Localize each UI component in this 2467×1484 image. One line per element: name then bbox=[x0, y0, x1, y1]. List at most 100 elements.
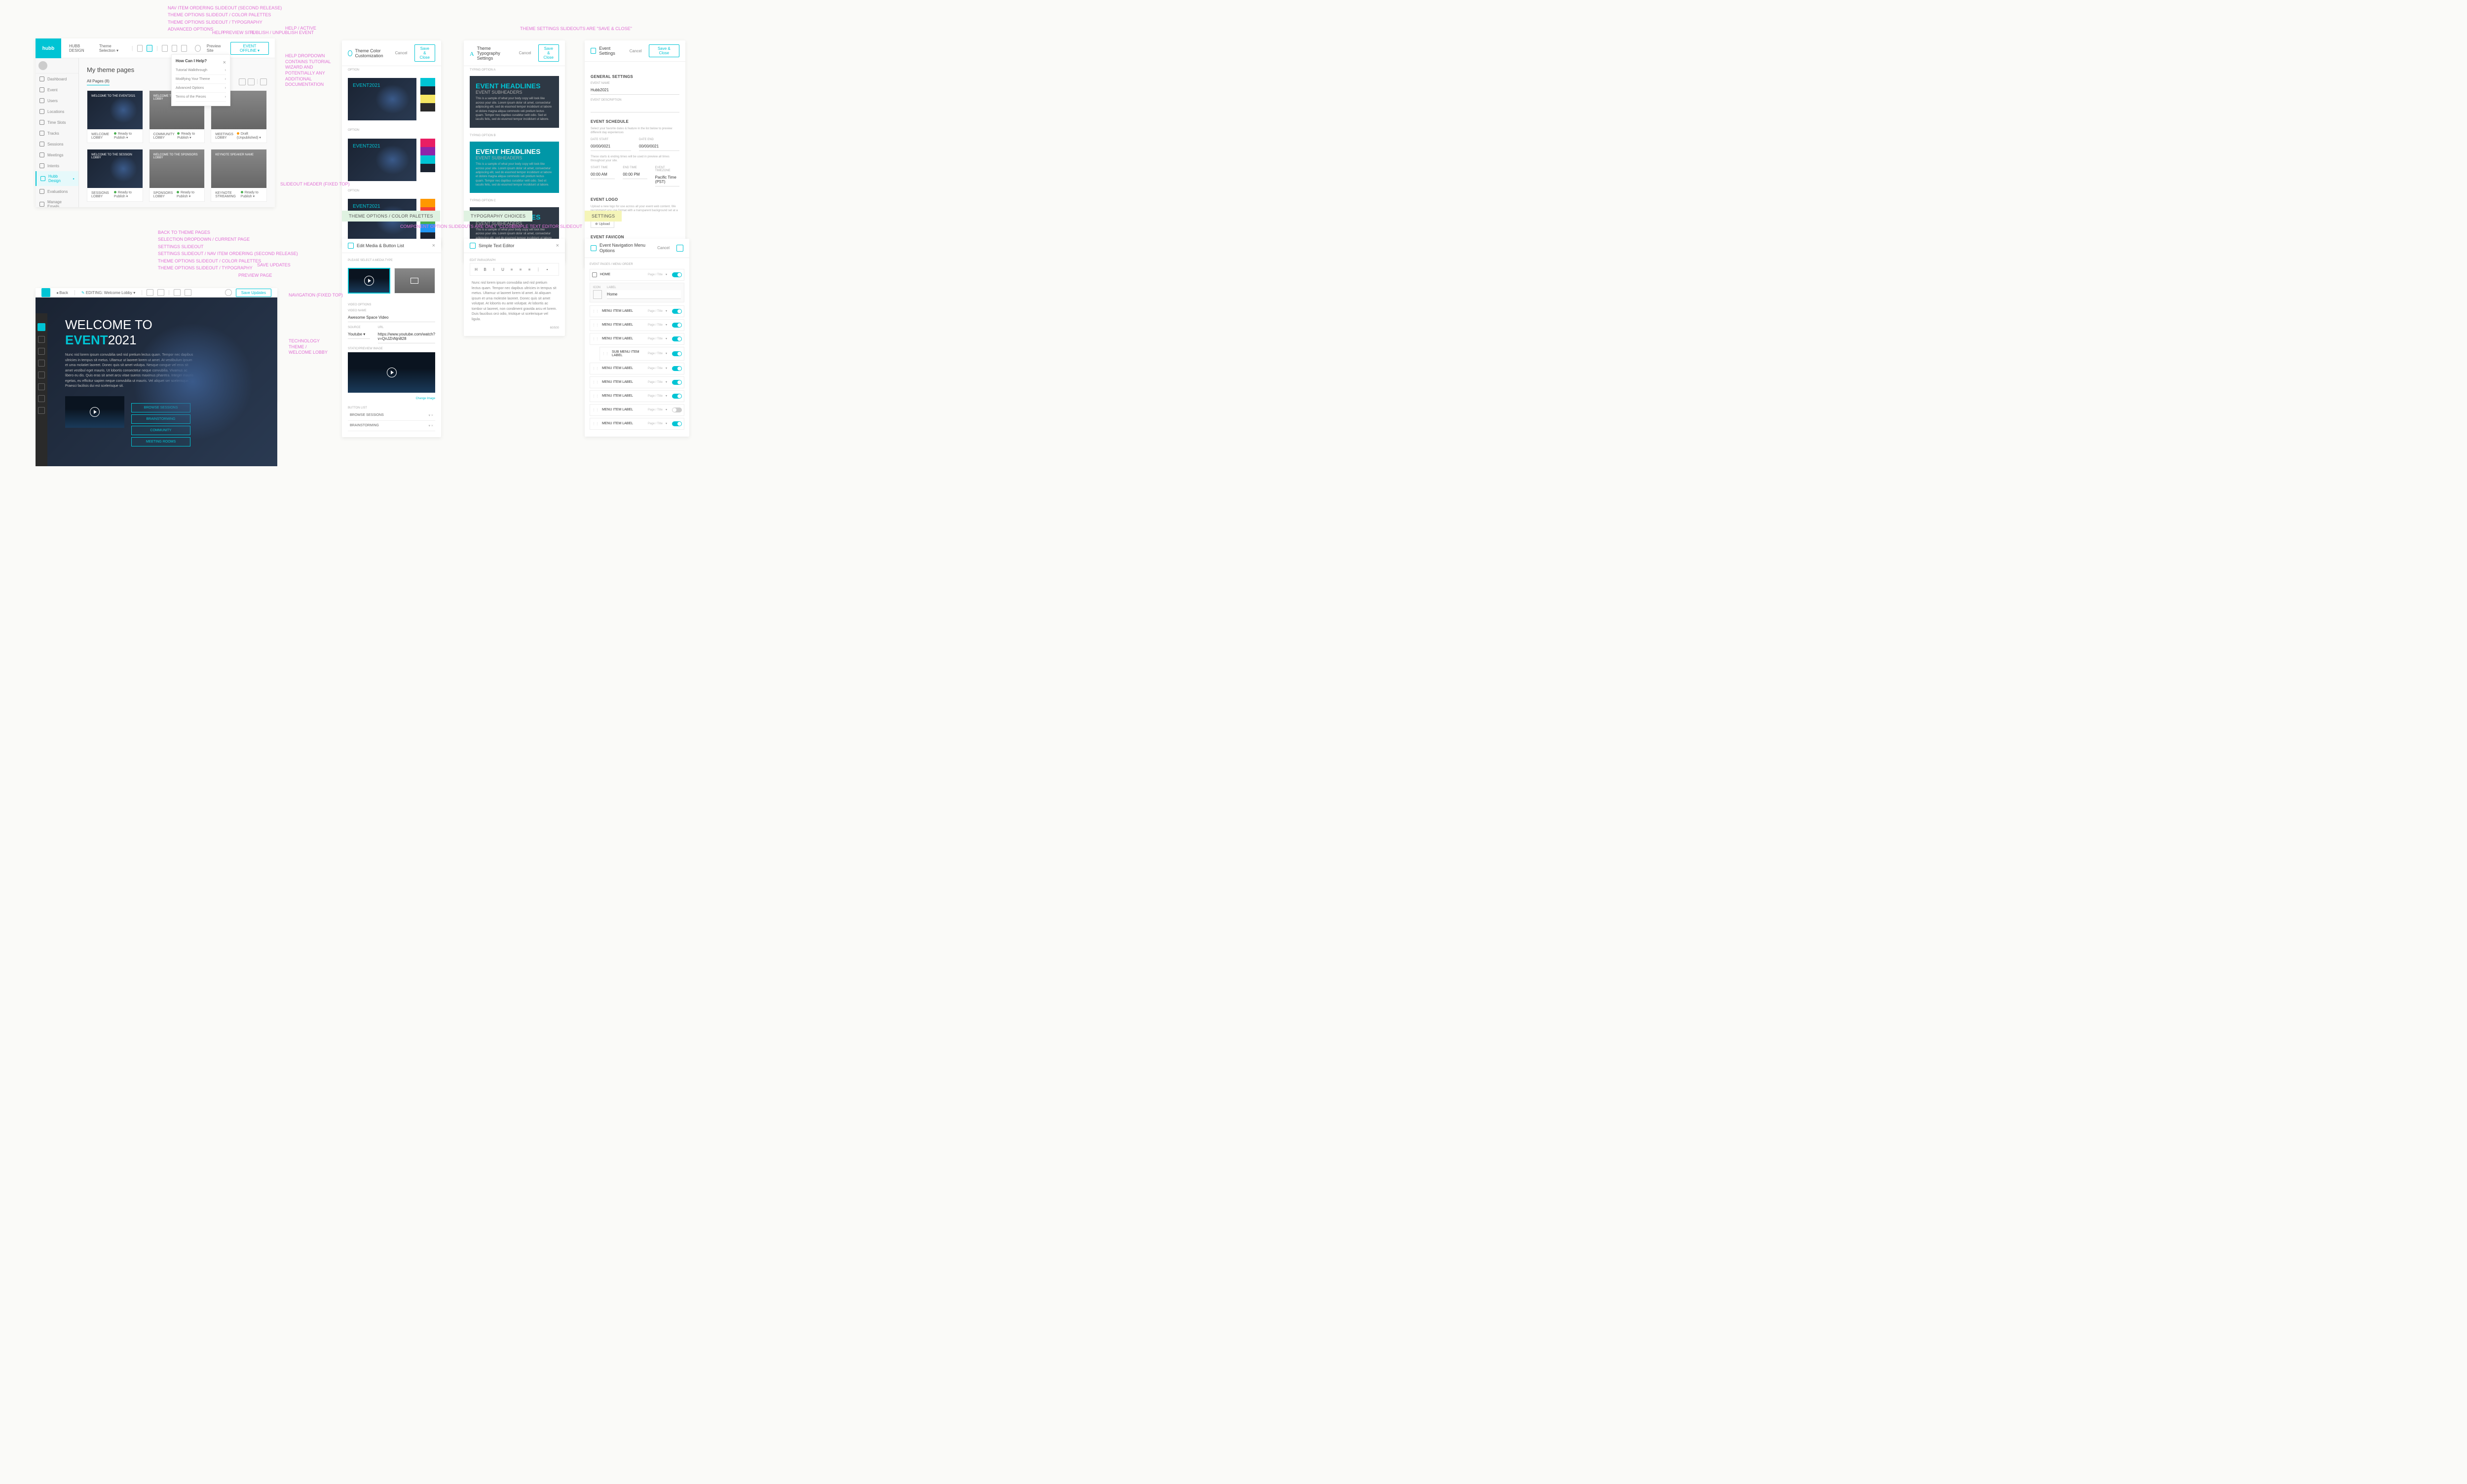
settings-icon[interactable] bbox=[147, 289, 153, 296]
close-icon[interactable]: × bbox=[432, 243, 435, 249]
chevron-down-icon[interactable]: ▾ bbox=[666, 367, 667, 370]
home-tool-icon[interactable] bbox=[37, 323, 45, 331]
date-start-input[interactable]: 00/00/0021 bbox=[591, 142, 631, 151]
avatar[interactable] bbox=[38, 61, 47, 70]
sidebar-item[interactable]: Dashboard bbox=[36, 74, 78, 84]
format-button[interactable]: I bbox=[490, 265, 498, 273]
chevron-down-icon[interactable]: ▾ bbox=[666, 337, 667, 340]
drag-handle-icon[interactable]: ⋮⋮ bbox=[602, 352, 609, 356]
preview-site-btn[interactable]: Preview Site bbox=[205, 42, 226, 55]
button-list-item[interactable]: BRAINSTORMING▾ × bbox=[348, 421, 435, 431]
sidebar-item[interactable]: Users bbox=[36, 95, 78, 106]
toggle[interactable] bbox=[672, 309, 682, 314]
drag-handle-icon[interactable]: ⋮⋮ bbox=[592, 394, 599, 398]
filter-tab[interactable]: All Pages (8) bbox=[87, 79, 110, 85]
format-button[interactable]: ⋮ bbox=[534, 265, 542, 273]
toggle[interactable] bbox=[672, 380, 682, 385]
grid-view-icon[interactable] bbox=[239, 78, 246, 85]
format-button[interactable]: ≡ bbox=[525, 265, 533, 273]
settings-icon[interactable] bbox=[137, 45, 143, 52]
drag-handle-icon[interactable]: ⋮⋮ bbox=[592, 309, 599, 313]
chevron-down-icon[interactable]: ▾ bbox=[666, 352, 667, 355]
chevron-down-icon[interactable]: ▾ bbox=[666, 394, 667, 398]
format-button[interactable]: • bbox=[543, 265, 551, 273]
sidebar-item[interactable]: Locations bbox=[36, 106, 78, 117]
save-close-button[interactable]: Save & Close bbox=[538, 44, 559, 62]
media-preview[interactable] bbox=[65, 396, 124, 428]
toggle[interactable] bbox=[672, 272, 682, 277]
media-type-image[interactable] bbox=[394, 268, 436, 294]
cancel-button[interactable]: Cancel bbox=[653, 244, 673, 252]
end-time-input[interactable]: 00:00 PM bbox=[623, 170, 647, 179]
chevron-down-icon[interactable]: ▾ bbox=[666, 309, 667, 313]
sidebar-item[interactable]: Tracks bbox=[36, 128, 78, 139]
sidebar-item[interactable]: Evaluations bbox=[36, 186, 78, 197]
source-select[interactable]: Youtube ▾ bbox=[348, 330, 370, 339]
typo-option[interactable]: EVENT HEADLINESEVENT SUBHEADERSThis is a… bbox=[470, 142, 559, 193]
tool-icon[interactable] bbox=[38, 336, 45, 343]
palette-icon[interactable] bbox=[162, 45, 168, 52]
palette-icon[interactable] bbox=[174, 289, 181, 296]
list-view-icon[interactable] bbox=[248, 78, 255, 85]
format-button[interactable]: B bbox=[481, 265, 489, 273]
theme-dropdown[interactable]: Theme Selection ▾ bbox=[97, 42, 128, 55]
save-close-button[interactable]: Save & Close bbox=[649, 44, 679, 57]
publish-btn[interactable]: EVENT OFFLINE ▾ bbox=[230, 42, 269, 55]
save-updates-button[interactable]: Save Updates bbox=[236, 289, 271, 297]
tool-icon[interactable] bbox=[38, 360, 45, 367]
help-item[interactable]: Terms of the Pieces› bbox=[176, 93, 226, 102]
theme-card[interactable]: KEYNOTE SPEAKER NAMEKEYNOTE STREAMINGRea… bbox=[211, 149, 267, 202]
theme-card[interactable]: WELCOME TO THE SESSION LOBBYSESSIONS LOB… bbox=[87, 149, 143, 202]
help-item[interactable]: Advanced Options› bbox=[176, 84, 226, 93]
tool-icon[interactable] bbox=[38, 383, 45, 390]
format-button[interactable]: ≡ bbox=[517, 265, 524, 273]
toggle[interactable] bbox=[672, 336, 682, 341]
cancel-button[interactable]: Cancel bbox=[515, 44, 535, 62]
tool-icon[interactable] bbox=[38, 371, 45, 378]
paragraph-textarea[interactable]: Nunc nisl lorem ipsum convubilia sed nis… bbox=[470, 279, 559, 324]
media-type-video[interactable] bbox=[348, 268, 390, 294]
cancel-button[interactable]: Cancel bbox=[626, 44, 646, 57]
preview-icon[interactable] bbox=[225, 289, 232, 296]
toggle[interactable] bbox=[672, 366, 682, 371]
hero-button[interactable]: BROWSE SESSIONS bbox=[131, 403, 190, 412]
close-icon[interactable]: × bbox=[556, 243, 559, 249]
advanced-icon[interactable] bbox=[181, 45, 187, 52]
change-image-link[interactable]: Change Image bbox=[416, 397, 435, 400]
start-time-input[interactable]: 00:00 AM bbox=[591, 170, 615, 179]
video-name-input[interactable]: Awesome Space Video bbox=[348, 313, 435, 322]
tool-icon[interactable] bbox=[38, 395, 45, 402]
icon-picker[interactable] bbox=[593, 290, 602, 299]
toggle[interactable] bbox=[672, 421, 682, 426]
nav-order-icon[interactable] bbox=[147, 45, 152, 52]
date-end-input[interactable]: 00/00/0021 bbox=[639, 142, 679, 151]
drag-handle-icon[interactable]: ⋮⋮ bbox=[592, 367, 599, 371]
theme-card[interactable]: WELCOME TO THE SPONSORS LOBBYSPONSORS LO… bbox=[149, 149, 205, 202]
help-item[interactable]: Tutorial Walkthrough› bbox=[176, 66, 226, 75]
format-button[interactable]: ≡ bbox=[508, 265, 516, 273]
sidebar-item[interactable]: Time Slots bbox=[36, 117, 78, 128]
tool-icon[interactable] bbox=[38, 407, 45, 414]
cancel-button[interactable]: Cancel bbox=[391, 44, 411, 62]
sidebar-item[interactable]: Manage Emails bbox=[36, 197, 78, 207]
button-list-item[interactable]: BROWSE SESSIONS▾ × bbox=[348, 410, 435, 421]
typo-option[interactable]: EVENT HEADLINESEVENT SUBHEADERSThis is a… bbox=[470, 76, 559, 127]
format-button[interactable]: H bbox=[472, 265, 480, 273]
chevron-down-icon[interactable]: ▾ bbox=[666, 323, 667, 327]
chevron-down-icon[interactable]: ▾ bbox=[666, 380, 667, 384]
event-desc-input[interactable] bbox=[591, 103, 679, 112]
toggle[interactable] bbox=[672, 323, 682, 328]
drag-handle-icon[interactable]: ⋮⋮ bbox=[592, 380, 599, 384]
sidebar-item[interactable]: Event bbox=[36, 84, 78, 95]
color-option[interactable]: EVENT2021 bbox=[342, 133, 441, 187]
hero-button[interactable]: BRAINSTORMING bbox=[131, 414, 190, 424]
save-close-button[interactable]: Save & Close bbox=[414, 44, 435, 62]
add-icon[interactable] bbox=[260, 78, 267, 85]
chevron-down-icon[interactable]: ▾ bbox=[666, 273, 667, 276]
toggle[interactable] bbox=[672, 351, 682, 356]
help-item[interactable]: Modifying Your Theme› bbox=[176, 75, 226, 84]
drag-handle-icon[interactable]: ⋮⋮ bbox=[592, 337, 599, 341]
timezone-input[interactable]: Pacific Time (PST) bbox=[655, 173, 679, 186]
sidebar-item[interactable]: Intents bbox=[36, 160, 78, 171]
typography-icon[interactable] bbox=[185, 289, 191, 296]
